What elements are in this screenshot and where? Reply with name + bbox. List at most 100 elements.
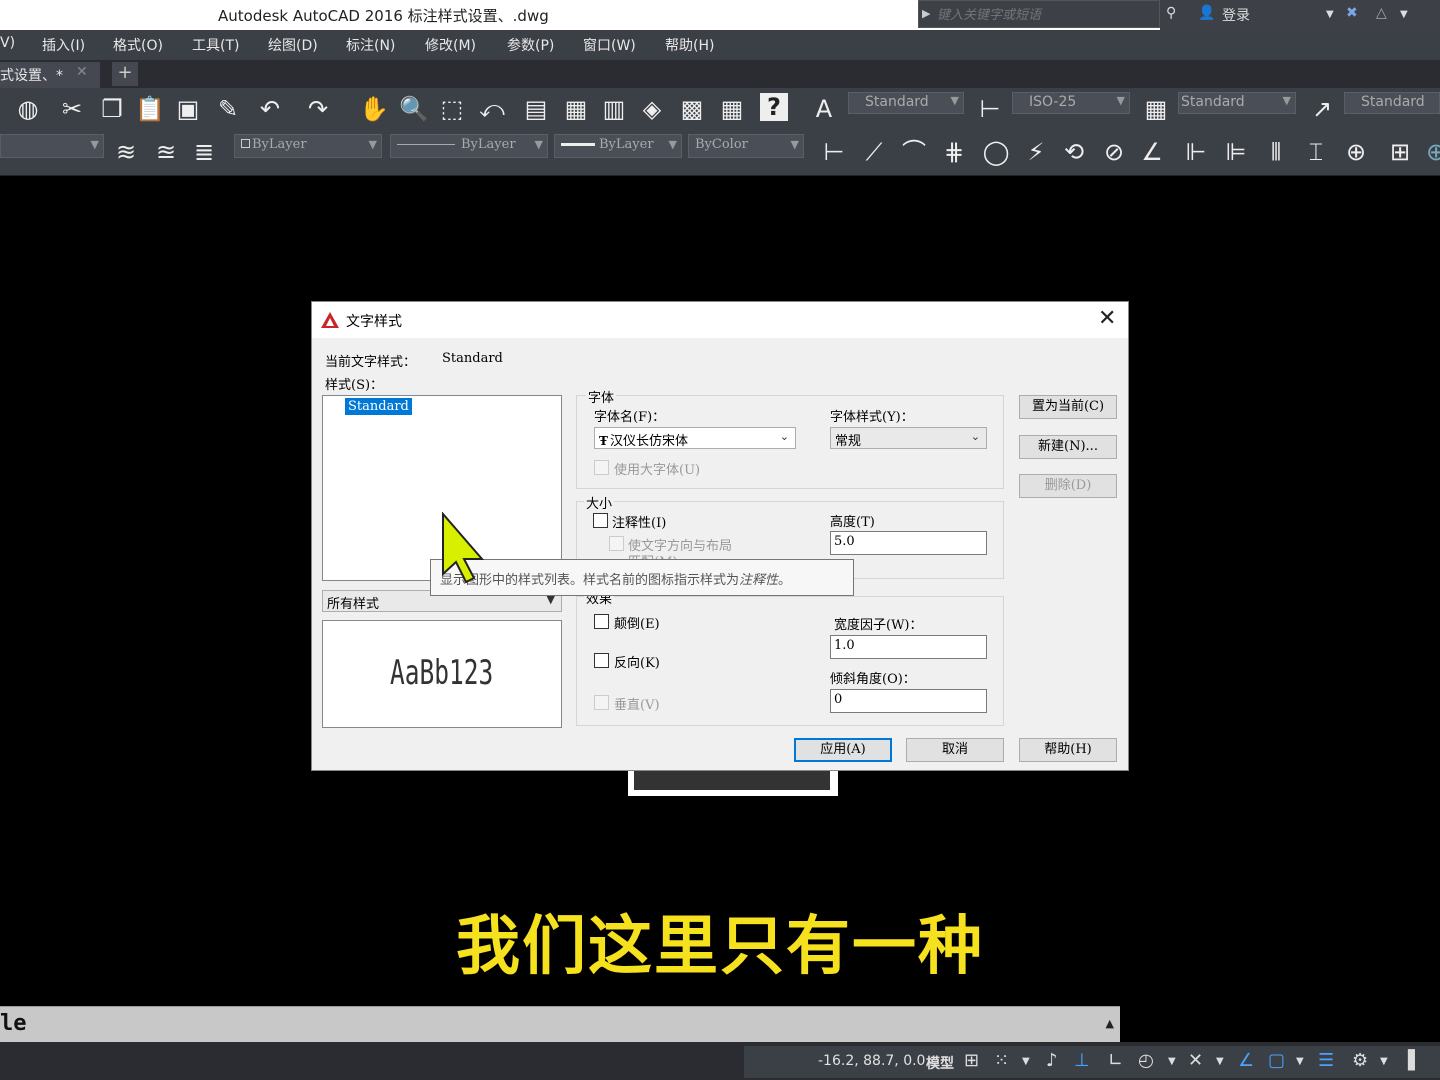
aligned-dim-icon[interactable]: ⟋	[858, 136, 890, 168]
object-snap-tracking-icon[interactable]: ∠	[1238, 1050, 1254, 1071]
sheet-set-icon[interactable]: ◈	[636, 93, 668, 125]
infer-constraints-icon[interactable]: ♪	[1046, 1050, 1058, 1071]
width-factor-input[interactable]: 1.0	[830, 635, 987, 659]
a360-dropdown-icon[interactable]: ▼	[1400, 9, 1408, 20]
polar-tracking-icon[interactable]: ◴	[1138, 1050, 1154, 1071]
menu-draw[interactable]: 绘图(D)	[268, 35, 318, 55]
help-icon[interactable]: ?	[760, 93, 788, 121]
isometric-icon[interactable]: ✕	[1188, 1050, 1203, 1071]
make-current-layer-icon[interactable]: ≊	[150, 136, 182, 168]
set-current-button[interactable]: 置为当前(C)	[1019, 395, 1117, 419]
redo-icon[interactable]: ↷	[302, 93, 334, 125]
match-properties-icon[interactable]: ✎	[212, 93, 244, 125]
menu-window[interactable]: 窗口(W)	[583, 35, 636, 55]
menu-help[interactable]: 帮助(H)	[665, 35, 714, 55]
backwards-checkbox[interactable]	[594, 653, 609, 668]
linear-dim-icon[interactable]: ⊢	[818, 136, 850, 168]
undo-icon[interactable]: ↶	[254, 93, 286, 125]
help-button[interactable]: 帮助(H)	[1019, 738, 1117, 762]
pan-icon[interactable]: ✋	[358, 93, 390, 125]
menu-dimension[interactable]: 标注(N)	[346, 35, 395, 55]
jogged-dim-icon[interactable]: ⚡	[1020, 136, 1052, 168]
user-icon[interactable]: 👤	[1198, 5, 1215, 21]
diameter-dim-icon[interactable]: ⟲	[1058, 136, 1090, 168]
angular-dim-icon[interactable]: ⊘	[1098, 136, 1130, 168]
model-space-button[interactable]: 模型	[926, 1053, 954, 1073]
calculator-icon[interactable]: ▦	[716, 93, 748, 125]
login-link[interactable]: 登录	[1222, 5, 1250, 25]
font-style-select[interactable]: 常规 ⌄	[830, 427, 987, 449]
style-list-item-standard[interactable]: Standard	[345, 398, 412, 415]
baseline-dim-icon[interactable]: ⊩	[1180, 136, 1212, 168]
height-input[interactable]: 5.0	[830, 531, 987, 555]
tolerance-icon[interactable]: ⊕	[1340, 136, 1372, 168]
autodesk-360-icon[interactable]: △	[1376, 5, 1387, 21]
iso-dropdown-icon[interactable]: ▼	[1216, 1056, 1224, 1067]
grid-icon[interactable]: ⊞	[964, 1050, 979, 1071]
zoom-previous-icon[interactable]: ⤺	[476, 93, 508, 125]
dim-break-icon[interactable]: ⌶	[1300, 136, 1332, 168]
polar-dropdown-icon[interactable]: ▼	[1168, 1056, 1176, 1067]
new-style-button[interactable]: 新建(N)...	[1019, 435, 1117, 459]
workspace-dropdown-icon[interactable]: ▼	[1380, 1056, 1388, 1067]
menu-tools[interactable]: 工具(T)	[192, 35, 239, 55]
layer-combo[interactable]: ▼	[0, 134, 104, 158]
use-bigfont-checkbox[interactable]	[594, 460, 609, 475]
search-input[interactable]	[937, 4, 1152, 26]
arc-length-icon[interactable]: ⌒	[898, 136, 930, 168]
file-tab-active[interactable]: 式设置、* ✕	[0, 62, 100, 88]
snap-icon[interactable]: ⁙	[994, 1050, 1009, 1071]
table-style-combo[interactable]: Standard ▼	[1178, 92, 1296, 114]
layer-previous-icon[interactable]: ≣	[188, 136, 220, 168]
menu-insert[interactable]: 插入(I)	[42, 35, 85, 55]
login-dropdown-icon[interactable]: ▼	[1326, 9, 1334, 20]
dim-space-icon[interactable]: ⫴	[1260, 136, 1292, 168]
text-style-combo[interactable]: Standard ▼	[848, 92, 964, 114]
delete-style-button[interactable]: 删除(D)	[1019, 474, 1117, 498]
quick-dim-icon[interactable]: ∠	[1136, 136, 1168, 168]
lineweight-display-icon[interactable]: ☰	[1318, 1050, 1334, 1071]
oblique-angle-input[interactable]: 0	[830, 689, 987, 713]
table-style-icon[interactable]: ▦	[1140, 93, 1172, 125]
tab-close-icon[interactable]: ✕	[76, 64, 88, 80]
copy-with-basepoint-icon[interactable]: ▣	[172, 93, 204, 125]
annotative-checkbox[interactable]	[593, 513, 608, 528]
new-tab-button[interactable]: +	[112, 62, 138, 86]
dynamic-input-icon[interactable]: ⊥	[1074, 1050, 1090, 1071]
binoculars-icon[interactable]: ⚲	[1166, 5, 1176, 21]
menu-format[interactable]: 格式(O)	[113, 35, 163, 55]
snap-dropdown-icon[interactable]: ▼	[1022, 1056, 1030, 1067]
inspect-icon[interactable]: ⊕	[1420, 136, 1440, 168]
ortho-icon[interactable]: ∟	[1108, 1050, 1123, 1071]
cut-icon[interactable]: ✂	[56, 93, 88, 125]
tool-palettes-icon[interactable]: ▥	[598, 93, 630, 125]
center-mark-icon[interactable]: ⊞	[1384, 136, 1416, 168]
text-style-icon[interactable]: A	[808, 93, 840, 125]
workspace-gear-icon[interactable]: ⚙	[1352, 1050, 1368, 1071]
menu-modify[interactable]: 修改(M)	[425, 35, 476, 55]
zoom-window-icon[interactable]: ⬚	[436, 93, 468, 125]
match-orientation-checkbox[interactable]	[609, 536, 624, 551]
vertical-checkbox[interactable]	[594, 695, 609, 710]
lineweight-combo[interactable]: ByLayer ▼	[554, 134, 682, 158]
coordinates-readout[interactable]: -16.2, 88.7, 0.0	[818, 1053, 925, 1069]
globe-icon[interactable]: ◍	[12, 93, 44, 125]
linetype-combo[interactable]: ByLayer ▼	[390, 134, 548, 158]
apply-button[interactable]: 应用(A)	[794, 738, 892, 762]
command-line[interactable]: le ▲	[0, 1006, 1120, 1042]
osnap-dropdown-icon[interactable]: ▼	[1296, 1056, 1304, 1067]
dim-style-icon[interactable]: ⊢	[974, 93, 1006, 125]
multileader-style-combo[interactable]: Standard	[1344, 92, 1440, 114]
ordinate-dim-icon[interactable]: ⋕	[938, 136, 970, 168]
exchange-icon[interactable]: ✖	[1346, 5, 1358, 21]
plotstyle-combo[interactable]: ByColor ▼	[688, 134, 804, 158]
multileader-style-icon[interactable]: ↗	[1306, 93, 1338, 125]
continue-dim-icon[interactable]: ⊫	[1220, 136, 1252, 168]
properties-icon[interactable]: ▤	[520, 93, 552, 125]
font-name-select[interactable]: Ŧ 汉仪长仿宋体 ⌄	[594, 427, 796, 449]
cancel-button[interactable]: 取消	[906, 738, 1004, 762]
object-snap-icon[interactable]: ▢	[1268, 1050, 1285, 1071]
search-expand-icon[interactable]: ▶	[922, 7, 930, 20]
dim-style-combo[interactable]: ISO-25 ▼	[1012, 92, 1130, 114]
zoom-realtime-icon[interactable]: 🔍	[398, 93, 430, 125]
